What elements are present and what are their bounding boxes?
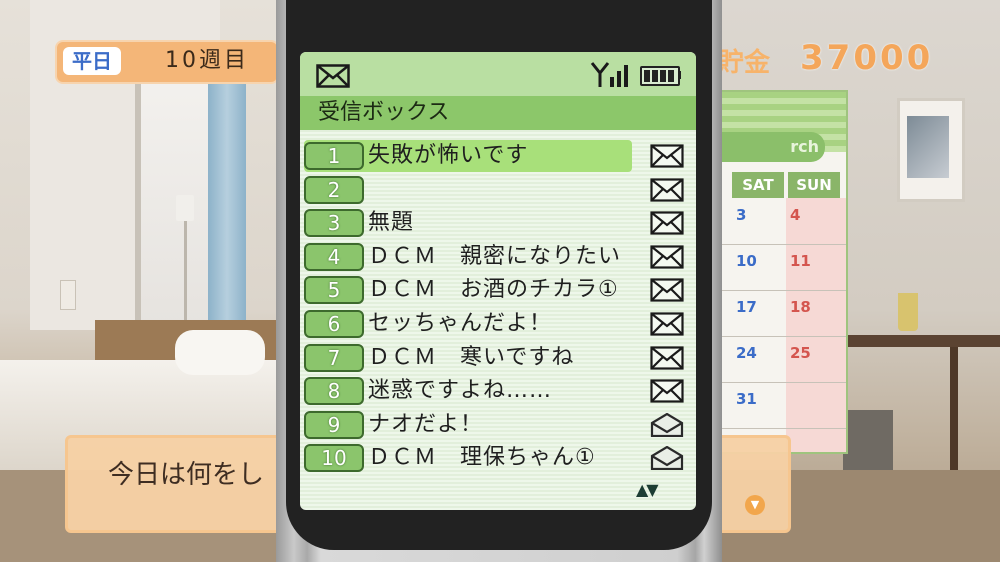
calendar-sat-day: 24 [736,344,757,362]
calendar-sat-day: 10 [736,252,757,270]
mail-row[interactable]: 7 ＤＣＭ 寒いですね [304,342,690,374]
wall-calendar: rch SAT SUN 3 10 17 24 31 4 11 18 25 [712,90,848,454]
calendar-grid-line [714,336,846,337]
calendar-sat-day: 17 [736,298,757,316]
money-value: 37000 [800,38,934,78]
floor-lamp-shade [176,195,194,221]
calendar-sat-day: 3 [736,206,747,224]
envelope-icon [650,278,684,302]
mail-number-badge: 7 [304,343,364,372]
mail-row[interactable]: 6 セッちゃんだよ！ [304,308,690,340]
mail-subject: ＤＣＭ 親密になりたい [368,243,622,269]
envelope-icon [650,211,684,235]
calendar-header-sat: SAT [732,172,784,198]
mail-subject: 失敗が怖いです [368,143,529,168]
calendar-sunday-column [786,198,846,452]
mail-subject: 無題 [368,210,415,236]
mail-subject: ＤＣＭ 理保ちゃん① [368,445,596,471]
calendar-sun-day: 11 [790,252,811,270]
battery-tip [678,71,681,79]
mail-number-badge: 3 [304,209,364,238]
mail-subject: ナオだよ！ [368,411,484,437]
mail-subject: 迷惑ですよね…… [368,378,553,404]
mail-subject: ＤＣＭ お酒のチカラ① [368,277,619,303]
envelope-icon [650,245,684,269]
dialogue-text: 今日は何をし [108,460,265,490]
calendar-grid-line [714,290,846,291]
envelope-icon [316,64,350,88]
day-type-label: 平日 [63,47,121,75]
calendar-grid-line [714,244,846,245]
mail-number-badge: 8 [304,377,364,406]
mail-number-badge: 9 [304,410,364,439]
calendar-sat-day: 31 [736,390,757,408]
desk-top [840,335,1000,347]
open-envelope-icon [650,446,684,471]
mail-subject: セッちゃんだよ！ [368,311,553,336]
mail-row[interactable]: 4 ＤＣＭ 親密になりたい [304,241,690,273]
mail-number-badge: 10 [304,444,364,473]
envelope-icon [650,379,684,403]
calendar-sun-day: 25 [790,344,811,362]
envelope-icon [650,177,684,202]
calendar-header-sun: SUN [788,172,840,198]
mail-number-badge: 4 [304,242,364,271]
money-label: 貯金 [718,48,771,78]
scroll-arrows[interactable]: ▲▼ [636,480,659,499]
pen-cup [898,293,918,331]
calendar-month: rch [714,132,825,162]
pillow [175,330,265,375]
mail-row[interactable]: 9 ナオだよ！ [304,409,690,441]
floor-lamp-pole [184,221,187,331]
mail-row[interactable]: 5 ＤＣＭ お酒のチカラ① [304,274,690,306]
mail-number-badge: 6 [304,310,364,338]
curtain [208,80,246,325]
signal-icon [590,62,628,87]
phone-screen: 受信ボックス 1 失敗が怖いです 2 3 無題 4 ＤＣＭ 親密になりたい 5 ＤＣＭ お酒のチ… [300,52,696,510]
battery-icon [640,66,680,86]
date-badge: 平日 10週目 [55,40,279,84]
phone-status-bar [300,52,696,96]
calendar-sun-day: 4 [790,206,801,224]
mail-row[interactable]: 1 失敗が怖いです [304,140,690,172]
calendar-grid-line [714,428,846,429]
light-switch [60,280,76,310]
mail-number-badge: 1 [304,142,364,170]
inbox-title: 受信ボックス [300,96,696,130]
dialogue-next-indicator[interactable]: ▼ [745,495,765,515]
mail-subject: ＤＣＭ 寒いですね [368,344,575,370]
mail-row[interactable]: 2 [304,174,690,206]
calendar-grid-line [714,382,846,383]
mail-row[interactable]: 10 ＤＣＭ 理保ちゃん① [304,442,690,474]
envelope-icon [650,312,684,336]
calendar-sun-day: 18 [790,298,811,316]
mail-row[interactable]: 8 迷惑ですよね…… [304,375,690,407]
mail-number-badge: 2 [304,175,364,204]
week-label: 10週目 [165,48,249,73]
envelope-icon [650,144,684,168]
mail-row[interactable]: 3 無題 [304,207,690,239]
envelope-icon [650,345,684,370]
picture [907,116,949,178]
mail-number-badge: 5 [304,276,364,305]
open-envelope-icon [650,412,684,437]
